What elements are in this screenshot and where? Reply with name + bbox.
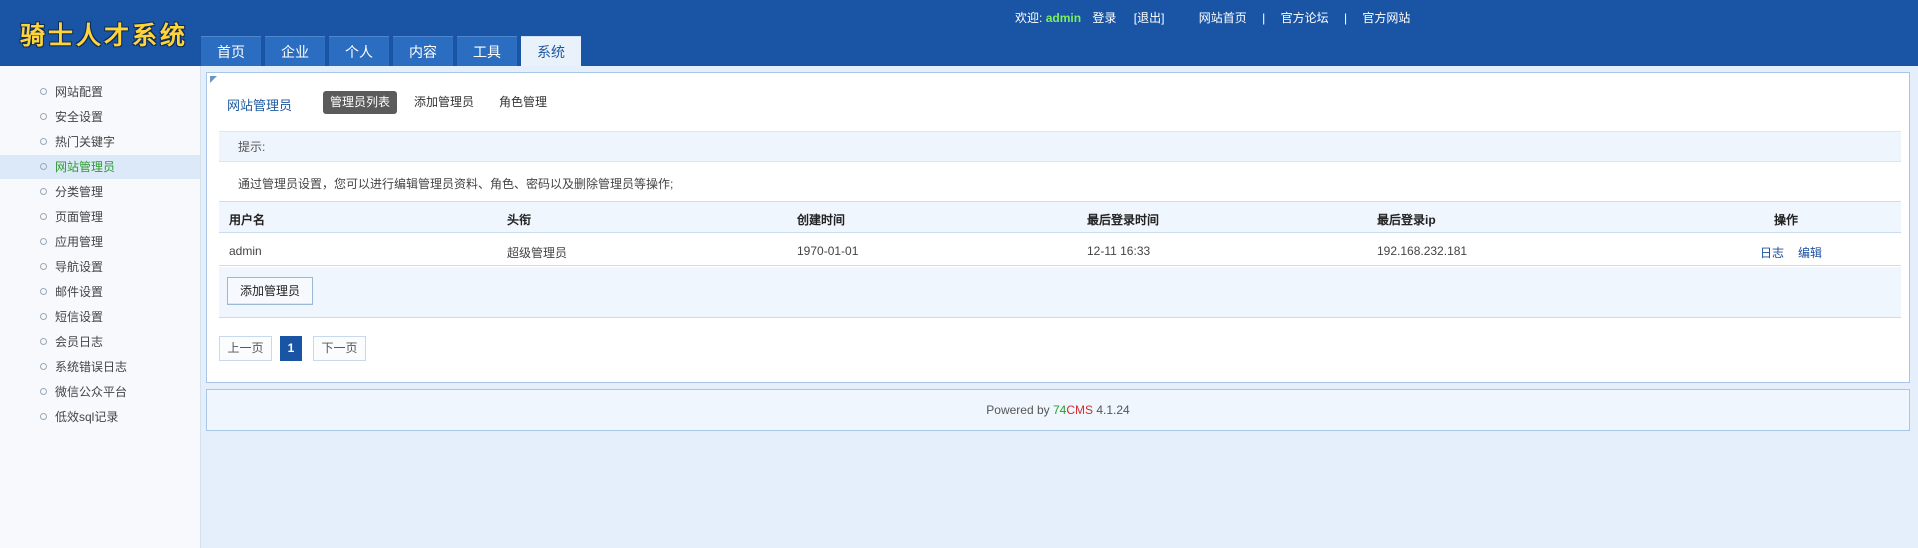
welcome-label: 欢迎: bbox=[1015, 11, 1043, 25]
col-title: 头衔 bbox=[507, 213, 532, 227]
bullet-icon bbox=[40, 313, 47, 320]
col-username: 用户名 bbox=[229, 213, 266, 227]
cell-last-ip: 192.168.232.181 bbox=[1377, 244, 1468, 258]
sidebar-item-wechat[interactable]: 微信公众平台 bbox=[0, 380, 200, 404]
sidebar-item-site-admins[interactable]: 网站管理员 bbox=[0, 155, 200, 179]
col-last-login: 最后登录时间 bbox=[1087, 213, 1160, 227]
subtab-role-management[interactable]: 角色管理 bbox=[492, 91, 554, 114]
sidebar-item-error-log[interactable]: 系统错误日志 bbox=[0, 355, 200, 379]
sidebar-item-slow-sql[interactable]: 低效sql记录 bbox=[0, 405, 200, 429]
username-label: admin bbox=[1045, 11, 1082, 25]
action-bar: 添加管理员 bbox=[219, 267, 1901, 318]
table-row: admin 超级管理员 1970-01-01 12-11 16:33 192.1… bbox=[219, 233, 1901, 266]
sidebar-item-label: 页面管理 bbox=[55, 210, 104, 224]
bullet-icon bbox=[40, 113, 47, 120]
tip-text: 通过管理员设置，您可以进行编辑管理员资料、角色、密码以及删除管理员等操作; bbox=[238, 177, 674, 191]
subtab-add-admin[interactable]: 添加管理员 bbox=[407, 91, 481, 114]
edit-link[interactable]: 编辑 bbox=[1798, 244, 1822, 261]
sidebar-item-label: 短信设置 bbox=[55, 310, 104, 324]
tab-tools[interactable]: 工具 bbox=[457, 36, 517, 66]
bullet-icon bbox=[40, 363, 47, 370]
bullet-icon bbox=[40, 288, 47, 295]
page-number-current[interactable]: 1 bbox=[280, 336, 302, 361]
footer: Powered by 74CMS 4.1.24 bbox=[206, 389, 1910, 431]
sidebar-item-label: 低效sql记录 bbox=[55, 410, 119, 424]
sidebar-item-label: 系统错误日志 bbox=[55, 360, 128, 374]
col-last-ip: 最后登录ip bbox=[1377, 213, 1436, 227]
powered-by-text: Powered by bbox=[986, 403, 1050, 417]
bullet-icon bbox=[40, 213, 47, 220]
sidebar-item-site-config[interactable]: 网站配置 bbox=[0, 80, 200, 104]
brand-cms: CMS bbox=[1066, 403, 1094, 417]
tab-home[interactable]: 首页 bbox=[201, 36, 261, 66]
main-panel: 网站管理员 管理员列表 添加管理员 角色管理 提示: 通过管理员设置，您可以进行… bbox=[206, 72, 1910, 383]
col-actions: 操作 bbox=[1774, 213, 1799, 227]
sidebar-item-navigation[interactable]: 导航设置 bbox=[0, 255, 200, 279]
sidebar-item-label: 应用管理 bbox=[55, 235, 104, 249]
bullet-icon bbox=[40, 188, 47, 195]
sidebar-item-label: 网站配置 bbox=[55, 85, 104, 99]
bullet-icon bbox=[40, 338, 47, 345]
tab-system[interactable]: 系统 bbox=[521, 36, 581, 66]
bullet-icon bbox=[40, 388, 47, 395]
logo: 骑士人才系统 bbox=[20, 21, 189, 50]
prev-page-button[interactable]: 上一页 bbox=[219, 336, 272, 361]
logout-link[interactable]: [退出] bbox=[1134, 9, 1165, 26]
sidebar-item-label: 分类管理 bbox=[55, 185, 104, 199]
bullet-icon bbox=[40, 238, 47, 245]
table-header: 用户名 头衔 创建时间 最后登录时间 最后登录ip 操作 bbox=[219, 201, 1901, 233]
tab-content[interactable]: 内容 bbox=[393, 36, 453, 66]
site-home-link[interactable]: 网站首页 bbox=[1199, 9, 1247, 26]
sidebar-item-email[interactable]: 邮件设置 bbox=[0, 280, 200, 304]
sidebar-item-member-log[interactable]: 会员日志 bbox=[0, 330, 200, 354]
cell-created: 1970-01-01 bbox=[797, 244, 859, 258]
sidebar-item-security[interactable]: 安全设置 bbox=[0, 105, 200, 129]
tip-label: 提示: bbox=[238, 140, 266, 154]
official-site-link[interactable]: 官方网站 bbox=[1362, 9, 1410, 26]
top-links-bar: 欢迎: admin 登录 [退出] 网站首页 | 官方论坛 | 官方网站 bbox=[1015, 9, 1410, 26]
sidebar-item-label: 安全设置 bbox=[55, 110, 104, 124]
cell-title: 超级管理员 bbox=[507, 246, 568, 260]
sidebar-item-apps[interactable]: 应用管理 bbox=[0, 230, 200, 254]
corner-triangle-icon bbox=[210, 76, 217, 83]
sidebar-item-label: 邮件设置 bbox=[55, 285, 104, 299]
next-page-button[interactable]: 下一页 bbox=[313, 336, 366, 361]
header: 骑士人才系统 欢迎: admin 登录 [退出] 网站首页 | 官方论坛 | 官… bbox=[0, 0, 1918, 66]
sidebar-item-pages[interactable]: 页面管理 bbox=[0, 205, 200, 229]
cell-username: admin bbox=[229, 244, 262, 258]
subtab-admin-list[interactable]: 管理员列表 bbox=[323, 91, 398, 114]
sidebar-item-sms[interactable]: 短信设置 bbox=[0, 305, 200, 329]
sidebar-item-categories[interactable]: 分类管理 bbox=[0, 180, 200, 204]
tab-company[interactable]: 企业 bbox=[265, 36, 325, 66]
bullet-icon bbox=[40, 163, 47, 170]
col-created: 创建时间 bbox=[797, 213, 846, 227]
bullet-icon bbox=[40, 138, 47, 145]
sidebar-item-label: 微信公众平台 bbox=[55, 385, 128, 399]
cell-last-login: 12-11 16:33 bbox=[1087, 244, 1151, 258]
sidebar-item-label: 热门关键字 bbox=[55, 135, 116, 149]
page-title: 网站管理员 bbox=[227, 98, 293, 113]
bullet-icon bbox=[40, 88, 47, 95]
sidebar-item-label: 导航设置 bbox=[55, 260, 104, 274]
login-link[interactable]: 登录 bbox=[1092, 9, 1116, 26]
tip-bar: 提示: bbox=[219, 131, 1901, 162]
version-text: 4.1.24 bbox=[1096, 403, 1130, 417]
official-forum-link[interactable]: 官方论坛 bbox=[1281, 9, 1329, 26]
separator: | bbox=[1343, 11, 1348, 25]
separator: | bbox=[1262, 11, 1266, 25]
sidebar: 网站配置 安全设置 热门关键字 网站管理员 分类管理 页面管理 应用管理 导航设… bbox=[0, 66, 201, 548]
log-link[interactable]: 日志 bbox=[1760, 244, 1784, 261]
sidebar-item-label: 会员日志 bbox=[55, 335, 104, 349]
sidebar-item-hot-keywords[interactable]: 热门关键字 bbox=[0, 130, 200, 154]
bullet-icon bbox=[40, 263, 47, 270]
sidebar-item-label: 网站管理员 bbox=[55, 160, 116, 174]
add-admin-button[interactable]: 添加管理员 bbox=[227, 277, 314, 305]
tab-personal[interactable]: 个人 bbox=[329, 36, 389, 66]
brand-74: 74 bbox=[1052, 403, 1067, 417]
bullet-icon bbox=[40, 413, 47, 420]
